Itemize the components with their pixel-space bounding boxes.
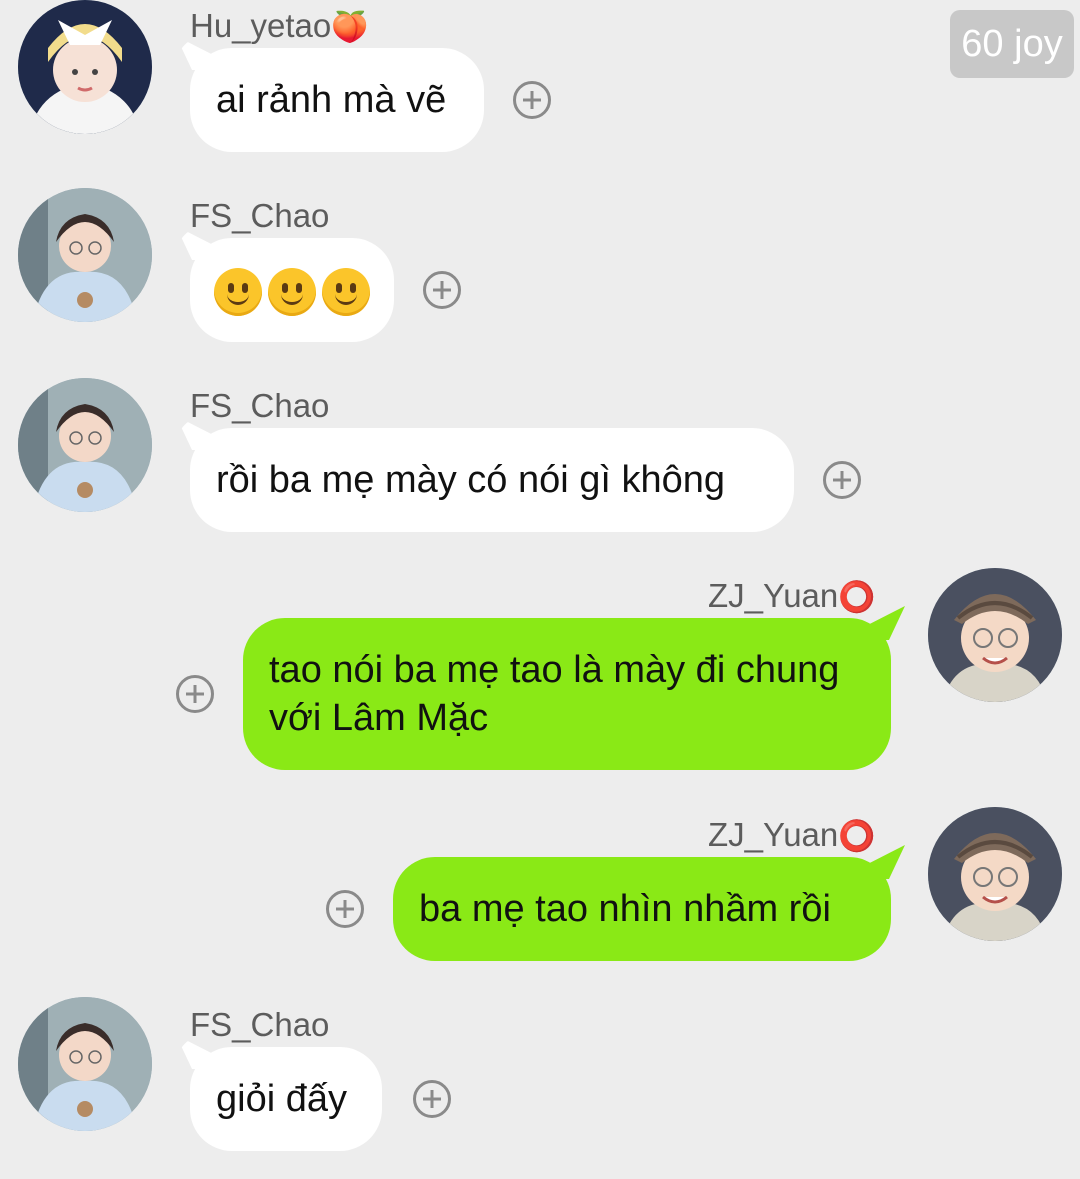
- slightly-smiling-face-icon: [322, 268, 370, 316]
- chat-thread[interactable]: 60 joy Hu_yetao🍑 ai rảnh mà vẽ FS_Chao F…: [0, 0, 1080, 1179]
- add-reaction-icon[interactable]: [176, 675, 214, 713]
- peach-icon: 🍑: [331, 11, 369, 44]
- message-text: ai rảnh mà vẽ: [216, 79, 447, 121]
- message-text: tao nói ba mẹ tao là mày đi chung với Lâ…: [269, 649, 840, 739]
- red-circle-icon: ⭕: [838, 820, 876, 853]
- add-reaction-icon[interactable]: [823, 461, 861, 499]
- avatar-fs-chao[interactable]: [18, 188, 152, 322]
- add-reaction-icon[interactable]: [413, 1080, 451, 1118]
- sender-name: FS_Chao: [190, 197, 330, 234]
- message-bubble[interactable]: giỏi đấy: [190, 1047, 382, 1151]
- joy-badge: 60 joy: [950, 10, 1074, 78]
- slightly-smiling-face-icon: [214, 268, 262, 316]
- sender-name: FS_Chao: [190, 387, 330, 424]
- message-text: giỏi đấy: [216, 1078, 347, 1120]
- message-bubble[interactable]: ai rảnh mà vẽ: [190, 48, 484, 152]
- red-circle-icon: ⭕: [838, 581, 876, 614]
- avatar-fs-chao[interactable]: [18, 997, 152, 1131]
- sender-name: Hu_yetao🍑: [190, 7, 369, 44]
- slightly-smiling-face-icon: [268, 268, 316, 316]
- avatar-fs-chao[interactable]: [18, 378, 152, 512]
- avatar-zj-yuan[interactable]: [928, 568, 1062, 702]
- message-text: rồi ba mẹ mày có nói gì không: [216, 459, 726, 501]
- emoji-row: [214, 268, 370, 316]
- message-bubble[interactable]: rồi ba mẹ mày có nói gì không: [190, 428, 794, 532]
- avatar-zj-yuan[interactable]: [928, 807, 1062, 941]
- message-text: ba mẹ tao nhìn nhầm rồi: [419, 888, 831, 930]
- sender-name: ZJ_Yuan⭕: [708, 577, 876, 614]
- message-bubble[interactable]: tao nói ba mẹ tao là mày đi chung với Lâ…: [243, 618, 891, 770]
- avatar-hu-yetao[interactable]: [18, 0, 152, 134]
- sender-name: ZJ_Yuan⭕: [708, 816, 876, 853]
- sender-name: FS_Chao: [190, 1006, 330, 1043]
- message-bubble[interactable]: [190, 238, 394, 342]
- add-reaction-icon[interactable]: [513, 81, 551, 119]
- message-bubble[interactable]: ba mẹ tao nhìn nhầm rồi: [393, 857, 891, 961]
- add-reaction-icon[interactable]: [423, 271, 461, 309]
- add-reaction-icon[interactable]: [326, 890, 364, 928]
